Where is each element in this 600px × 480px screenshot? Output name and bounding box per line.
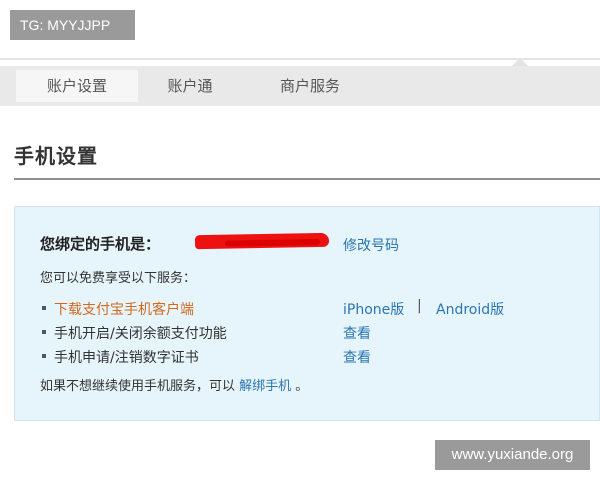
- title-divider: [14, 178, 600, 180]
- unbind-notice: 如果不想继续使用手机服务，可以 解绑手机 。: [40, 375, 308, 394]
- tab-account-pass[interactable]: 账户通: [150, 70, 230, 102]
- watermark-top-left: TG: MYYJJPP: [10, 10, 135, 40]
- tab-account-settings[interactable]: 账户设置: [16, 70, 138, 102]
- redacted-phone-number: [194, 232, 330, 250]
- unbind-phone-link[interactable]: 解绑手机: [239, 379, 291, 394]
- bullet-icon: [42, 354, 46, 358]
- view-balance-payment-link[interactable]: 查看: [343, 323, 371, 343]
- unbind-notice-end: 。: [291, 379, 309, 394]
- top-divider: [0, 58, 600, 60]
- bullet-icon: [42, 306, 46, 310]
- unbind-notice-text: 如果不想继续使用手机服务，可以: [40, 379, 240, 394]
- tab-bar: 账户设置 账户通 商户服务: [0, 66, 600, 106]
- android-version-link[interactable]: Android版: [436, 299, 504, 319]
- bound-phone-label: 您绑定的手机是：: [40, 235, 161, 253]
- tab-pointer-arrow: [512, 58, 528, 66]
- watermark-bottom-right: www.yuxiande.org: [435, 440, 590, 470]
- services-intro: 您可以免费享受以下服务：: [40, 271, 197, 286]
- modify-number-link[interactable]: 修改号码: [343, 235, 399, 255]
- iphone-version-link[interactable]: iPhone版: [343, 299, 404, 319]
- bullet-icon: [42, 330, 46, 334]
- page-title: 手机设置: [14, 144, 98, 168]
- balance-payment-service-label: 手机开启/关闭余额支付功能: [54, 326, 227, 342]
- link-separator: |: [417, 298, 422, 314]
- download-client-link[interactable]: 下载支付宝手机客户端: [54, 299, 194, 319]
- tab-merchant-services[interactable]: 商户服务: [265, 70, 355, 102]
- digital-certificate-service-label: 手机申请/注销数字证书: [54, 350, 199, 366]
- view-certificate-link[interactable]: 查看: [343, 347, 371, 367]
